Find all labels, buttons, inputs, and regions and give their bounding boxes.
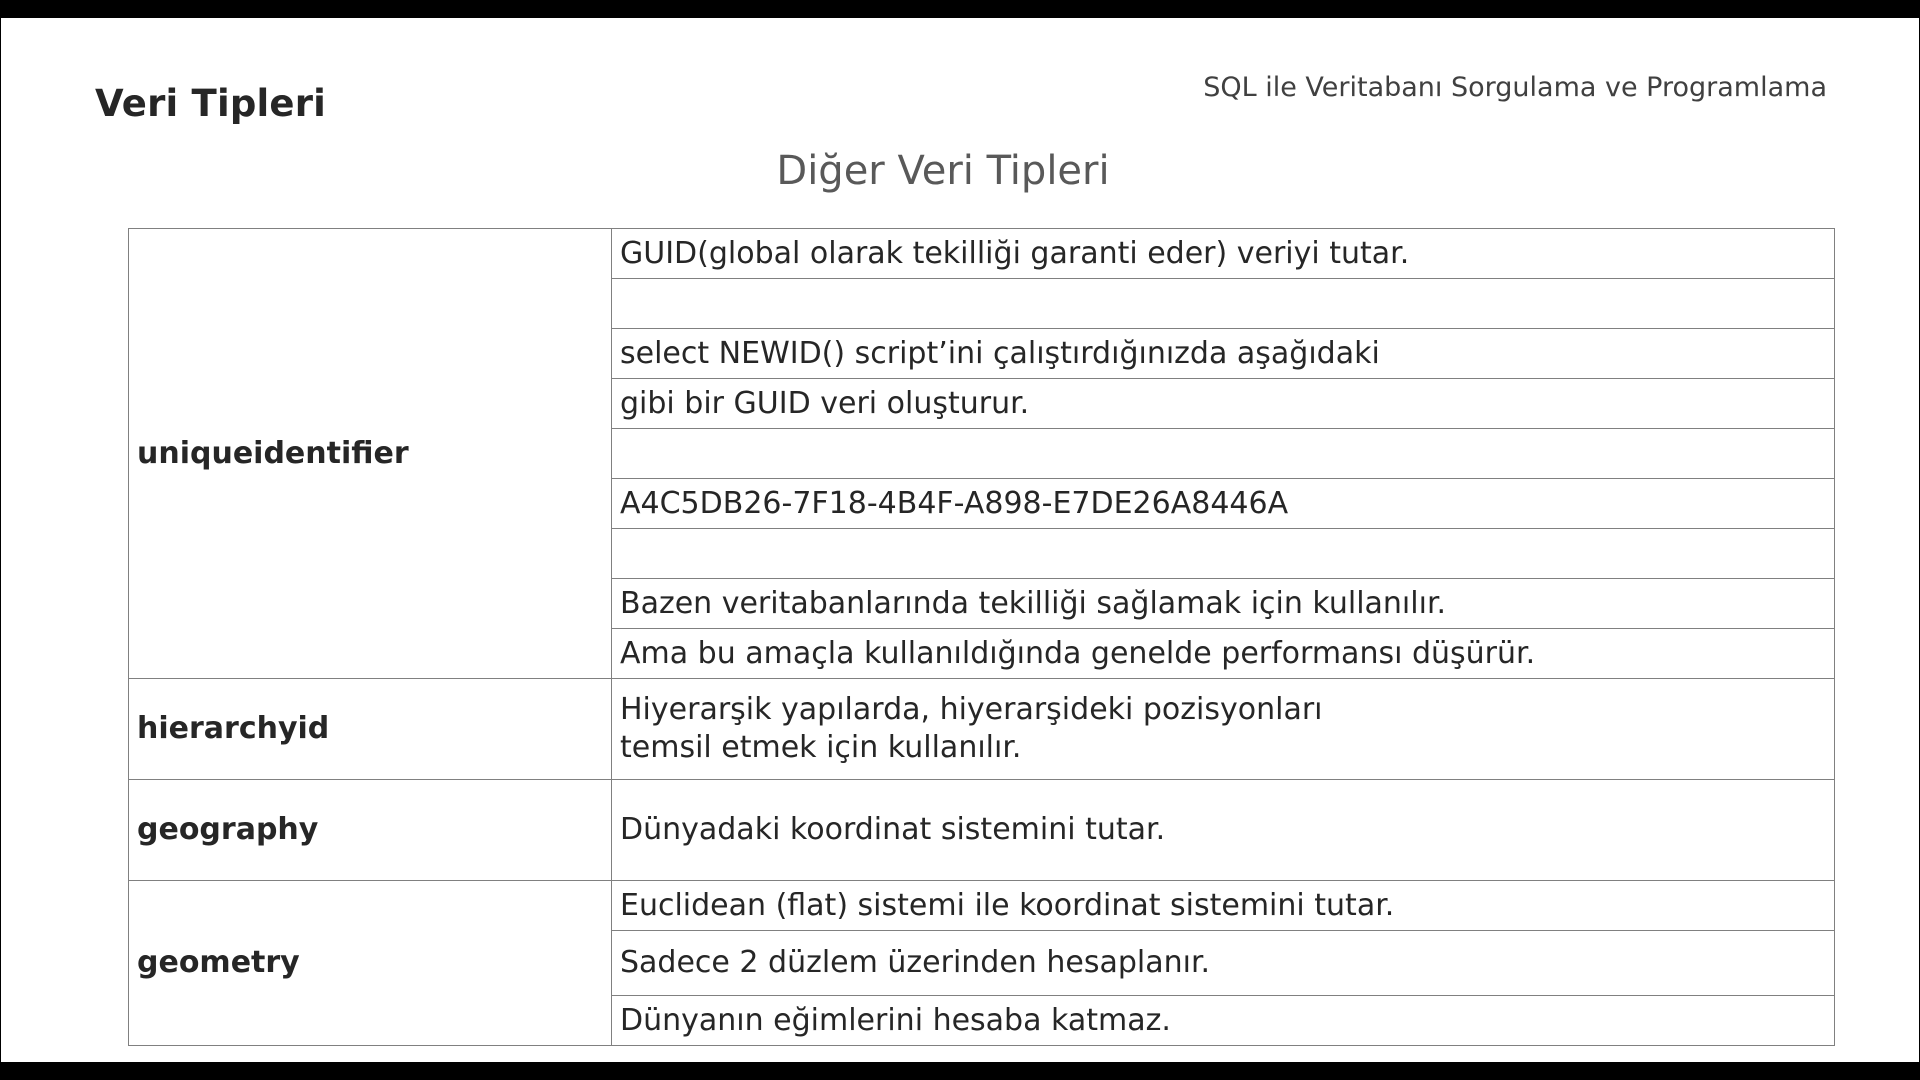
top-letterbox-bar [0,0,1920,18]
table-row: uniqueidentifier GUID(global olarak teki… [128,228,1835,679]
type-name-hierarchyid: hierarchyid [128,678,612,780]
description-cell [611,528,1835,579]
description-cell: Ama bu amaçla kullanıldığında genelde pe… [611,628,1835,679]
bottom-letterbox-bar [0,1062,1920,1080]
guid-example-cell: A4C5DB26-7F18-4B4F-A898-E7DE26A8446A [611,478,1835,529]
data-types-table: uniqueidentifier GUID(global olarak teki… [128,228,1835,1046]
slide: Veri Tipleri SQL ile Veritabanı Sorgulam… [1,18,1919,1062]
description-cell: Dünyanın eğimlerini hesaba katmaz. [611,995,1835,1046]
description-line: temsil etmek için kullanılır. [620,730,1022,765]
description-line: Hiyerarşik yapılarda, hiyerarşideki pozi… [620,692,1323,727]
table-row: hierarchyid Hiyerarşik yapılarda, hiyera… [128,678,1835,780]
description-cell: Hiyerarşik yapılarda, hiyerarşideki pozi… [611,678,1835,780]
description-cell: gibi bir GUID veri oluşturur. [611,378,1835,429]
description-cell: Bazen veritabanlarında tekilliği sağlama… [611,578,1835,629]
type-name-uniqueidentifier: uniqueidentifier [128,228,612,679]
description-cell: select NEWID() script’ini çalıştırdığını… [611,328,1835,379]
table-row: geography Dünyadaki koordinat sistemini … [128,779,1835,881]
description-cell: Sadece 2 düzlem üzerinden hesaplanır. [611,930,1835,996]
description-cell [611,428,1835,479]
type-name-geography: geography [128,779,612,881]
description-cell [611,278,1835,329]
section-title: Veri Tipleri [95,82,327,125]
type-name-geometry: geometry [128,880,612,1046]
course-title: SQL ile Veritabanı Sorgulama ve Programl… [1203,72,1827,103]
description-cell: GUID(global olarak tekilliği garanti ede… [611,228,1835,279]
description-cell: Dünyadaki koordinat sistemini tutar. [611,779,1835,881]
table-row: geometry Euclidean (flat) sistemi ile ko… [128,880,1835,1046]
description-cell: Euclidean (flat) sistemi ile koordinat s… [611,880,1835,931]
slide-title: Diğer Veri Tipleri [776,148,1110,194]
